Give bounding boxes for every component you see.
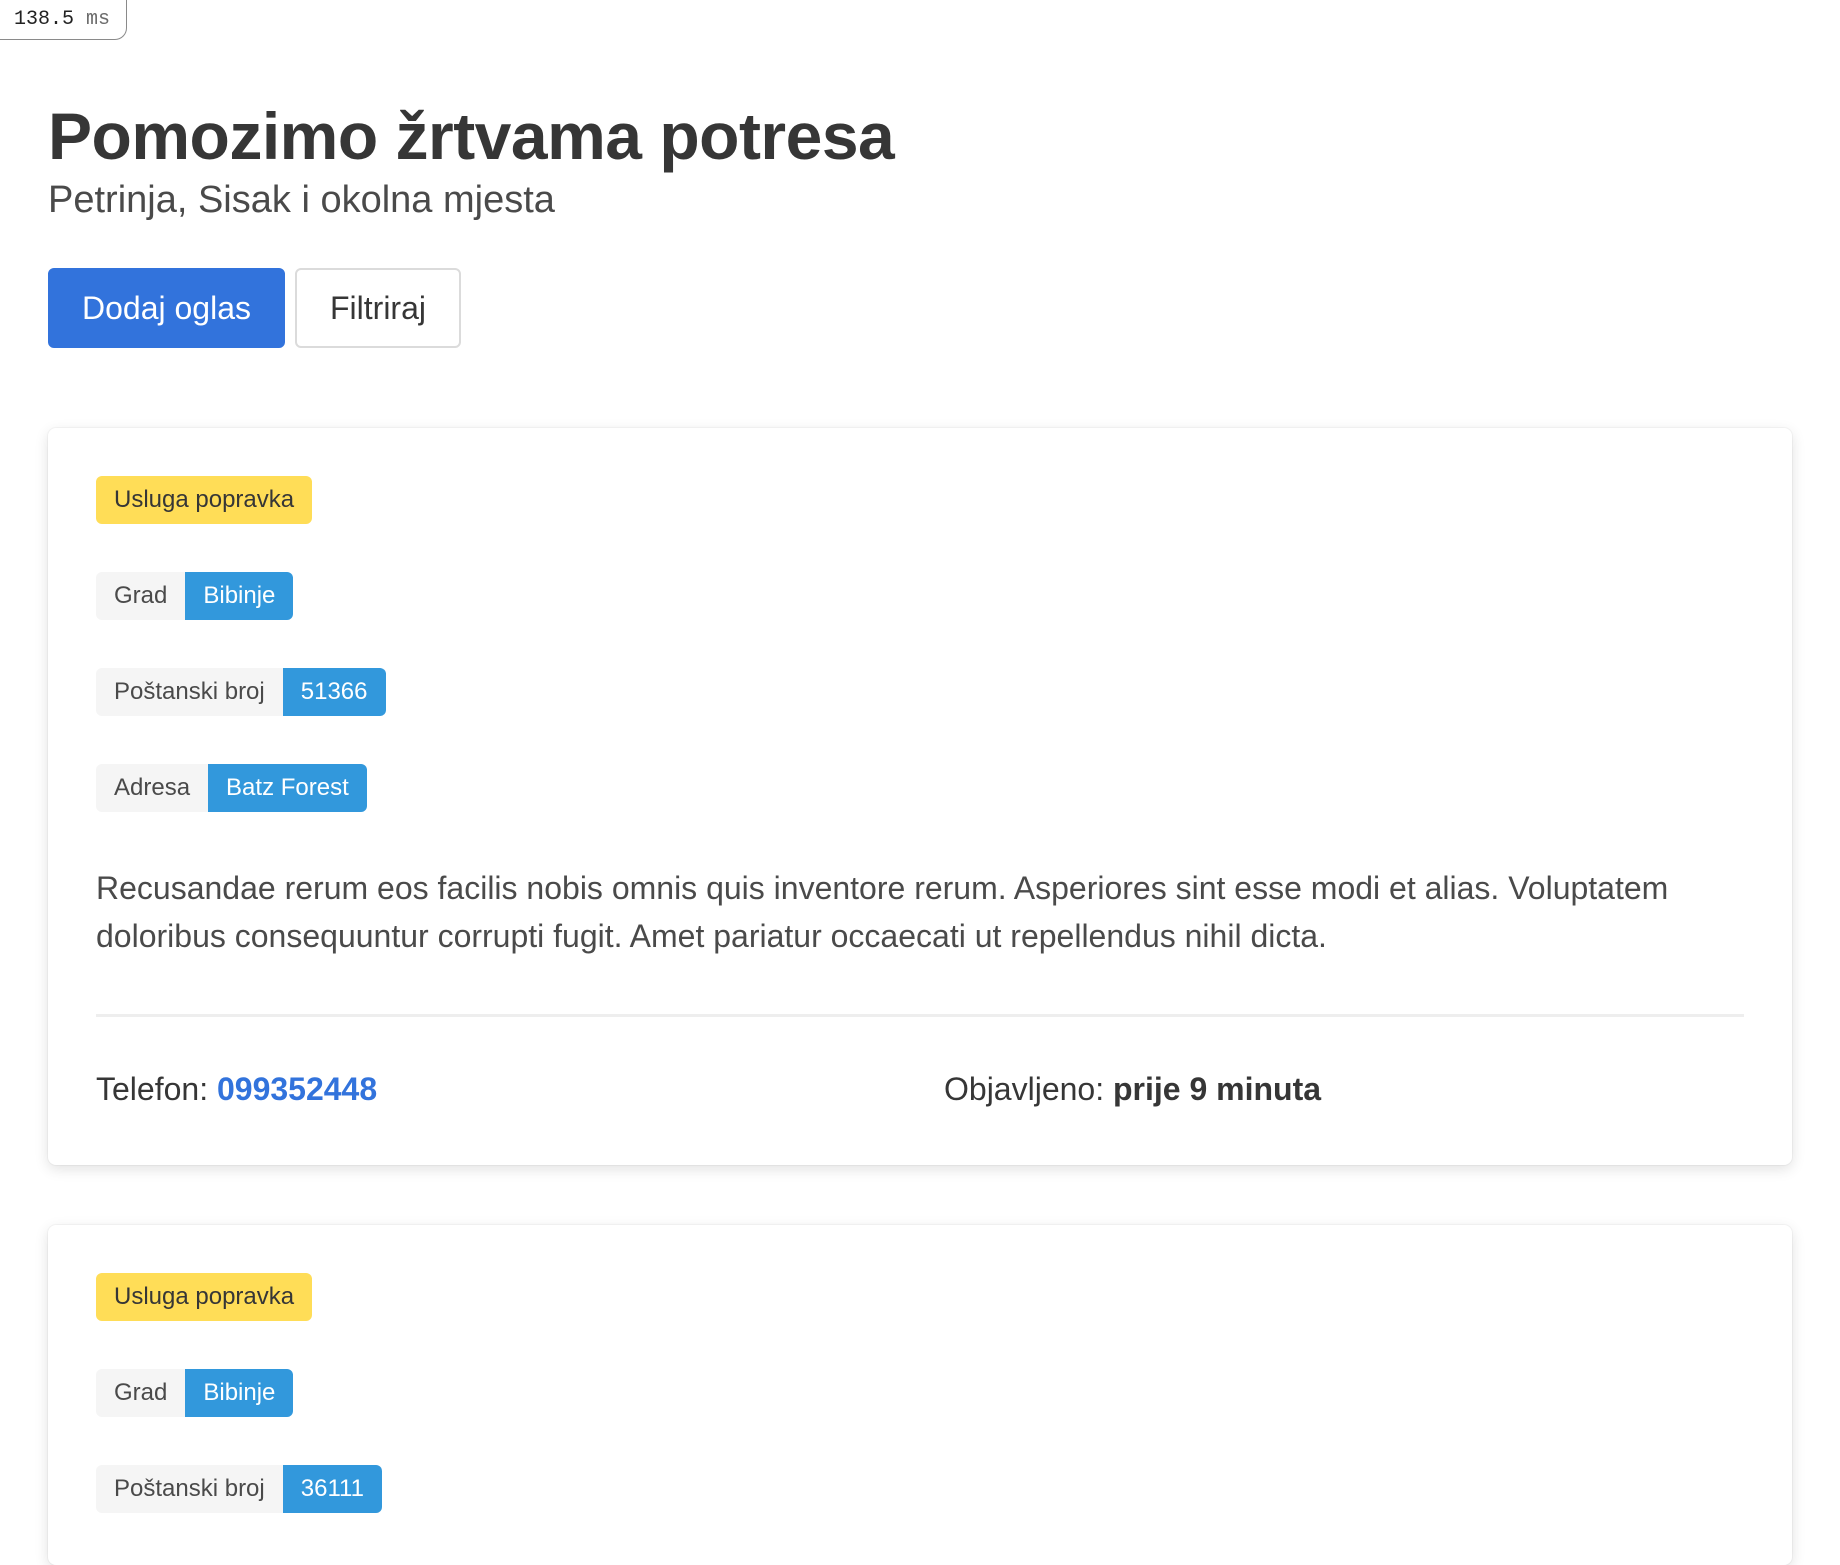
phone-label: Telefon: [96, 1071, 209, 1107]
render-timer: 138.5 ms [0, 0, 128, 40]
category-tag: Usluga popravka [96, 476, 313, 524]
city-value: Bibinje [185, 572, 294, 620]
posted-value: prije 9 minuta [1112, 1071, 1322, 1107]
timer-unit: ms [86, 8, 111, 31]
action-bar: Dodaj oglas Filtriraj [48, 268, 1792, 348]
timer-value: 138.5 [14, 8, 75, 31]
postal-value: 51366 [282, 668, 386, 716]
postal-label: Poštanski broj [96, 1465, 283, 1513]
page-title: Pomozimo žrtvama potresa [48, 99, 895, 173]
postal-value: 36111 [282, 1465, 382, 1513]
listing-description: Recusandae rerum eos facilis nobis omnis… [96, 870, 1669, 954]
postal-tag: Poštanski broj 51366 [96, 668, 1744, 716]
city-tag: Grad Bibinje [96, 572, 1744, 620]
listing-card: Usluga popravka Grad Bibinje Poštanski b… [48, 428, 1792, 1165]
category-tag: Usluga popravka [96, 1273, 313, 1321]
posted-label: Objavljeno: [944, 1071, 1105, 1107]
page-subtitle: Petrinja, Sisak i okolna mjesta [48, 179, 555, 221]
listing-footer: Telefon: 099352448 Objavljeno: prije 9 m… [96, 1065, 1744, 1113]
filter-button[interactable]: Filtriraj [295, 268, 461, 348]
city-label: Grad [96, 572, 186, 620]
city-value: Bibinje [185, 1369, 294, 1417]
card-divider [96, 1014, 1744, 1017]
city-tag: Grad Bibinje [96, 1369, 1744, 1417]
address-value: Batz Forest [208, 764, 367, 812]
address-tag: Adresa Batz Forest [96, 764, 1744, 812]
phone-link[interactable]: 099352448 [217, 1071, 377, 1107]
phone-info: Telefon: 099352448 [96, 1065, 944, 1113]
add-listing-button[interactable]: Dodaj oglas [48, 268, 285, 348]
postal-tag: Poštanski broj 36111 [96, 1465, 1744, 1513]
city-label: Grad [96, 1369, 186, 1417]
listing-card: Usluga popravka Grad Bibinje Poštanski b… [48, 1225, 1792, 1565]
page: Pomozimo žrtvama potresa Petrinja, Sisak… [48, 96, 1792, 1565]
address-label: Adresa [96, 764, 209, 812]
posted-info: Objavljeno: prije 9 minuta [944, 1065, 1321, 1113]
postal-label: Poštanski broj [96, 668, 283, 716]
